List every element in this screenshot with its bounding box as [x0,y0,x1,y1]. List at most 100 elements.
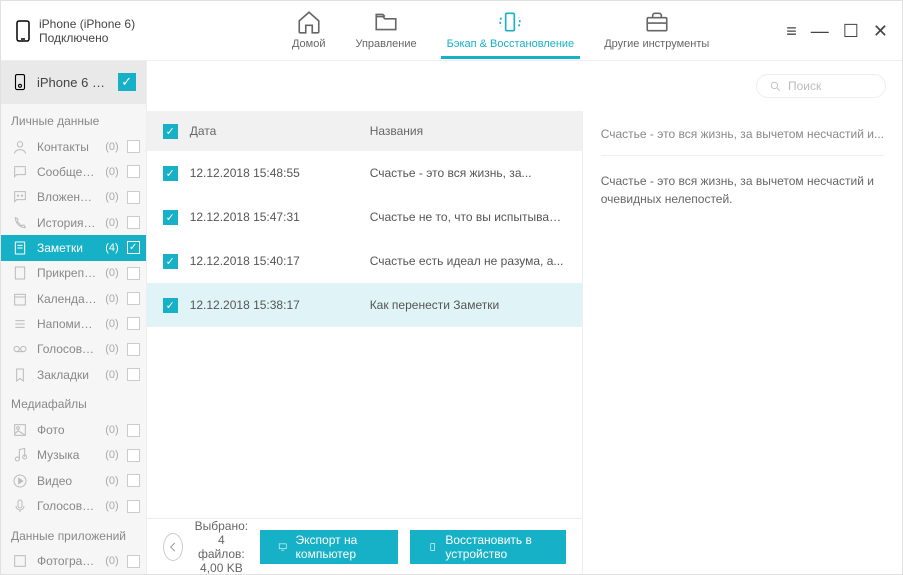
checkbox[interactable] [127,216,140,229]
checkbox[interactable] [127,140,140,153]
list-row[interactable]: ✓12.12.2018 15:48:55Счастье - это вся жи… [147,151,582,195]
header-date[interactable]: Дата [190,124,370,138]
tab-manage[interactable]: Управление [349,3,422,59]
tab-tools[interactable]: Другие инструменты [598,3,715,59]
close-button[interactable]: ✕ [873,22,888,40]
checkbox[interactable] [127,241,140,254]
connected-device: iPhone (iPhone 6) Подключено [15,17,215,45]
section-personal: Личные данные [1,104,146,134]
preview-panel: Счастье - это вся жизнь, за вычетом несч… [582,111,902,574]
checkbox[interactable] [127,449,140,462]
search-icon [769,80,782,93]
checkbox[interactable] [127,555,140,568]
sidebar-item-reminders[interactable]: Напоминания(0) [1,311,146,336]
menu-icon[interactable]: ≡ [786,22,797,40]
app-photo-icon [11,553,29,569]
search-placeholder: Поиск [788,79,821,93]
export-label: Экспорт на компьютер [296,533,380,561]
tab-home-label: Домой [292,38,326,50]
attachment-icon [11,189,29,205]
bookmark-icon [11,367,29,383]
device-checkbox[interactable]: ✓ [118,73,136,91]
list-icon [11,316,29,332]
row-checkbox[interactable]: ✓ [163,166,178,181]
header-title[interactable]: Названия [370,124,566,138]
music-icon [11,447,29,463]
sidebar-item-contacts[interactable]: Контакты(0) [1,134,146,159]
restore-label: Восстановить в устройство [445,533,547,561]
monitor-icon [278,540,287,554]
selection-status: Выбрано: 4 файлов: 4,00 KB [195,519,248,575]
row-checkbox[interactable]: ✓ [163,210,178,225]
sidebar-item-voicemail[interactable]: Голосовая почта(0) [1,337,146,362]
section-apps: Данные приложений [1,519,146,549]
toolbox-icon [644,9,670,35]
note-icon [11,240,29,256]
row-checkbox[interactable]: ✓ [163,298,178,313]
phone-icon [15,19,31,43]
sidebar-item-call-history[interactable]: История звонков(0) [1,210,146,235]
sidebar-item-bookmarks[interactable]: Закладки(0) [1,362,146,387]
preview-title: Счастье - это вся жизнь, за вычетом несч… [601,127,884,156]
list-header: ✓ Дата Названия [147,111,582,151]
sidebar-item-sms-attachments[interactable]: Вложения SMS(0) [1,185,146,210]
photo-icon [11,422,29,438]
sidebar-item-attachments[interactable]: Прикрепленные фай...(0) [1,261,146,286]
chat-icon [11,164,29,180]
device-status: Подключено [39,31,135,45]
list-row[interactable]: ✓12.12.2018 15:40:17Счастье есть идеал н… [147,239,582,283]
checkbox[interactable] [127,424,140,437]
checkbox[interactable] [127,474,140,487]
preview-body: Счастье - это вся жизнь, за вычетом несч… [601,156,884,208]
restore-button[interactable]: Восстановить в устройство [410,530,566,564]
sidebar-device-label: iPhone 6 Plus ( iPhone... [37,75,110,90]
checkbox[interactable] [127,317,140,330]
maximize-button[interactable]: ☐ [843,22,859,40]
export-button[interactable]: Экспорт на компьютер [260,530,398,564]
sidebar-device-selector[interactable]: iPhone 6 Plus ( iPhone... ✓ [1,61,146,104]
sidebar-item-calendar[interactable]: Календари(0) [1,286,146,311]
chevron-left-icon [166,540,180,554]
search-input[interactable]: Поиск [756,74,886,98]
tab-manage-label: Управление [355,38,416,50]
sidebar-item-music[interactable]: Музыка(0) [1,443,146,468]
device-restore-icon [428,540,437,554]
checkbox[interactable] [127,267,140,280]
tab-tools-label: Другие инструменты [604,38,709,50]
video-icon [11,473,29,489]
folder-icon [373,9,399,35]
paperclip-icon [11,265,29,281]
sidebar-item-notes[interactable]: Заметки(4) [1,235,146,260]
calendar-icon [11,291,29,307]
sidebar-item-video[interactable]: Видео(0) [1,468,146,493]
home-icon [296,9,322,35]
checkbox[interactable] [127,292,140,305]
checkbox[interactable] [127,500,140,513]
sidebar-item-photos[interactable]: Фото(0) [1,417,146,442]
phone-call-icon [11,215,29,231]
checkbox[interactable] [127,368,140,381]
tab-backup[interactable]: Бэкап & Восстановление [441,3,581,59]
list-row[interactable]: ✓12.12.2018 15:38:17Как перенести Заметк… [147,283,582,327]
checkbox[interactable] [127,343,140,356]
tab-backup-label: Бэкап & Восстановление [447,38,575,50]
sidebar: iPhone 6 Plus ( iPhone... ✓ Личные данны… [1,61,147,574]
row-checkbox[interactable]: ✓ [163,254,178,269]
list-row[interactable]: ✓12.12.2018 15:47:31Счастье не то, что в… [147,195,582,239]
device-name: iPhone (iPhone 6) [39,17,135,31]
sidebar-item-app-photos[interactable]: Фотографии прилож...(0) [1,549,146,574]
mic-icon [11,498,29,514]
sidebar-item-voice-memos[interactable]: Голосовые заметки(0) [1,493,146,518]
sidebar-item-messages[interactable]: Сообщение(0) [1,159,146,184]
tab-home[interactable]: Домой [286,3,332,59]
contact-icon [11,139,29,155]
phone-lock-icon [11,73,29,91]
section-media: Медиафайлы [1,387,146,417]
checkbox[interactable] [127,165,140,178]
back-button[interactable] [163,533,183,561]
select-all-checkbox[interactable]: ✓ [163,124,178,139]
minimize-button[interactable]: — [811,22,829,40]
refresh-phone-icon [497,9,523,35]
checkbox[interactable] [127,191,140,204]
voicemail-icon [11,341,29,357]
